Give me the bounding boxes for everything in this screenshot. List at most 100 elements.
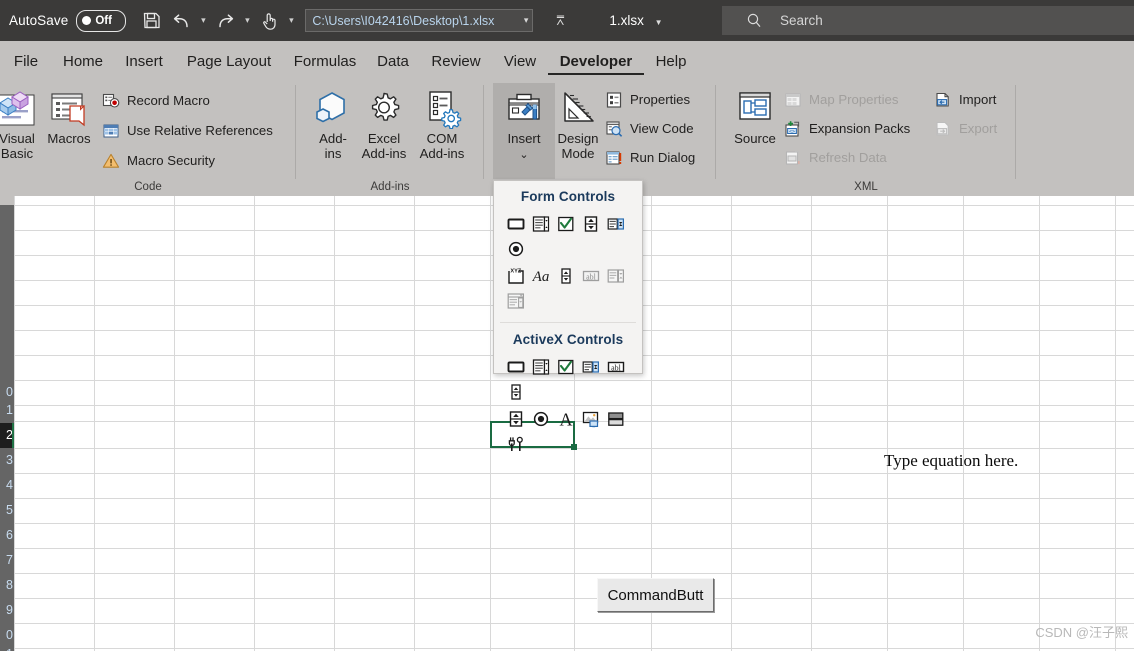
list-box-activex-icon[interactable] <box>578 354 603 379</box>
file-path-caret-icon[interactable]: ▾ <box>524 15 529 26</box>
grid-line-v <box>731 196 732 651</box>
save-icon[interactable] <box>136 6 166 36</box>
label-activex-icon[interactable]: A <box>553 406 578 431</box>
tab-developer-label: Developer <box>559 53 633 70</box>
excel-addins-button[interactable]: Excel Add-ins <box>353 83 415 179</box>
view-code-button[interactable]: View Code <box>603 115 694 142</box>
row-header-cell-selected[interactable]: 2 <box>0 423 14 448</box>
command-button-control[interactable]: CommandButt <box>597 578 714 612</box>
tab-page-layout[interactable]: Page Layout <box>174 53 284 77</box>
row-header-cell[interactable]: 1 <box>0 398 14 423</box>
combo-drop-down-edit-control-icon-disabled[interactable] <box>503 288 528 313</box>
file-path-box[interactable]: C:\Users\I042416\Desktop\1.xlsx ▾ <box>305 9 534 32</box>
insert-controls-label: Insert ⌄ <box>508 131 541 161</box>
document-title[interactable]: 1.xlsx ▼ <box>609 13 662 28</box>
row-header-cell[interactable] <box>0 205 14 230</box>
macros-button[interactable]: Macros <box>38 83 100 179</box>
tab-review[interactable]: Review <box>420 53 492 77</box>
redo-dropdown-caret[interactable]: ▾ <box>240 6 254 36</box>
autosave-toggle[interactable]: Off <box>76 9 127 32</box>
text-field-control-icon-disabled[interactable]: abl <box>578 263 603 288</box>
grid-line-v <box>811 196 812 651</box>
row-header-cell[interactable]: 9 <box>0 598 14 623</box>
refresh-data-button[interactable]: Refresh Data <box>782 144 887 171</box>
tab-home[interactable]: Home <box>52 53 114 77</box>
row-header-cell[interactable] <box>0 355 14 380</box>
visual-basic-label: Visual Basic <box>0 131 35 161</box>
text-box-activex-icon[interactable]: abl <box>603 354 628 379</box>
tab-help[interactable]: Help <box>644 53 698 77</box>
import-button[interactable]: Import <box>932 86 996 113</box>
tab-file[interactable]: File <box>0 53 52 77</box>
svg-text:<>: <> <box>789 128 795 134</box>
excel-addins-label: Excel Add-ins <box>362 131 407 161</box>
export-button[interactable]: Export <box>932 115 997 142</box>
properties-button[interactable]: Properties <box>603 86 690 113</box>
group-box-control-icon[interactable]: XYZ <box>503 263 528 288</box>
run-dialog-button[interactable]: Run Dialog <box>603 144 695 171</box>
undo-icon[interactable] <box>166 6 196 36</box>
list-box-control-icon[interactable] <box>603 211 628 236</box>
tab-formulas[interactable]: Formulas <box>284 53 366 77</box>
row-header-cell[interactable]: 5 <box>0 498 14 523</box>
source-button[interactable]: Source <box>724 83 786 179</box>
scroll-bar-activex-icon[interactable] <box>503 379 528 404</box>
quick-access-overflow-icon[interactable]: ⩞ <box>551 13 569 29</box>
option-button-activex-icon[interactable] <box>528 406 553 431</box>
row-header-cell[interactable]: 3 <box>0 448 14 473</box>
tab-view[interactable]: View <box>492 53 548 77</box>
record-macro-button[interactable]: Record Macro <box>100 87 210 114</box>
search-input[interactable]: Search <box>722 6 1134 35</box>
search-icon <box>746 12 763 29</box>
image-activex-icon[interactable] <box>578 406 603 431</box>
touch-mode-icon[interactable] <box>254 6 284 36</box>
row-header-cell[interactable] <box>0 230 14 255</box>
expansion-packs-button[interactable]: <> Expansion Packs <box>782 115 910 142</box>
more-controls-activex-icon[interactable] <box>503 431 528 456</box>
row-header-cell[interactable]: 8 <box>0 573 14 598</box>
row-header-cell[interactable]: 4 <box>0 473 14 498</box>
use-relative-references-button[interactable]: Use Relative References <box>100 117 273 144</box>
row-header-corner <box>0 196 14 205</box>
button-control-icon[interactable] <box>503 211 528 236</box>
svg-text:Aa: Aa <box>532 269 549 285</box>
tab-data[interactable]: Data <box>366 53 420 77</box>
insert-controls-caret-icon[interactable]: ⌄ <box>519 149 528 160</box>
row-header-cell[interactable] <box>0 330 14 355</box>
combo-box-activex-icon[interactable] <box>528 354 553 379</box>
document-title-text: 1.xlsx <box>609 13 644 28</box>
form-controls-row-2: XYZ Aa abl <box>494 261 642 313</box>
map-properties-button[interactable]: Map Properties <box>782 86 898 113</box>
ribbon-group-xml-label: XML <box>854 181 878 193</box>
label-control-icon[interactable]: Aa <box>528 263 553 288</box>
combo-box-control-icon[interactable] <box>528 211 553 236</box>
insert-controls-button[interactable]: Insert ⌄ <box>493 83 555 179</box>
document-title-caret-icon[interactable]: ▼ <box>655 18 663 27</box>
undo-dropdown-caret[interactable]: ▾ <box>196 6 210 36</box>
scroll-bar-control-icon[interactable] <box>553 263 578 288</box>
option-button-control-icon[interactable] <box>503 236 528 261</box>
watermark-text: CSDN @汪子熙 <box>1035 625 1128 640</box>
tab-insert[interactable]: Insert <box>114 53 174 77</box>
check-box-control-icon[interactable] <box>553 211 578 236</box>
row-header-cell[interactable] <box>0 280 14 305</box>
row-header-cell[interactable] <box>0 255 14 280</box>
com-addins-button[interactable]: COM Add-ins <box>411 83 473 179</box>
tab-developer[interactable]: Developer <box>548 53 644 77</box>
row-header-cell[interactable]: 1 <box>0 642 14 651</box>
ribbon-group-controls: Insert ⌄ Design Mode Properties View Cod… <box>484 77 716 196</box>
redo-icon[interactable] <box>210 6 240 36</box>
equation-placeholder-text: Type equation here. <box>884 451 1019 470</box>
check-box-activex-icon[interactable] <box>553 354 578 379</box>
design-mode-button[interactable]: Design Mode <box>547 83 609 179</box>
row-header-cell[interactable]: 6 <box>0 523 14 548</box>
command-button-activex-icon[interactable] <box>503 354 528 379</box>
row-header-cell[interactable] <box>0 305 14 330</box>
macro-security-button[interactable]: Macro Security <box>100 147 215 174</box>
touch-mode-dropdown-caret[interactable]: ▾ <box>284 6 298 36</box>
spin-button-activex-icon[interactable] <box>503 406 528 431</box>
combo-list-edit-control-icon-disabled[interactable] <box>603 263 628 288</box>
spin-button-control-icon[interactable] <box>578 211 603 236</box>
row-header-cell[interactable]: 7 <box>0 548 14 573</box>
toggle-button-activex-icon[interactable] <box>603 406 628 431</box>
